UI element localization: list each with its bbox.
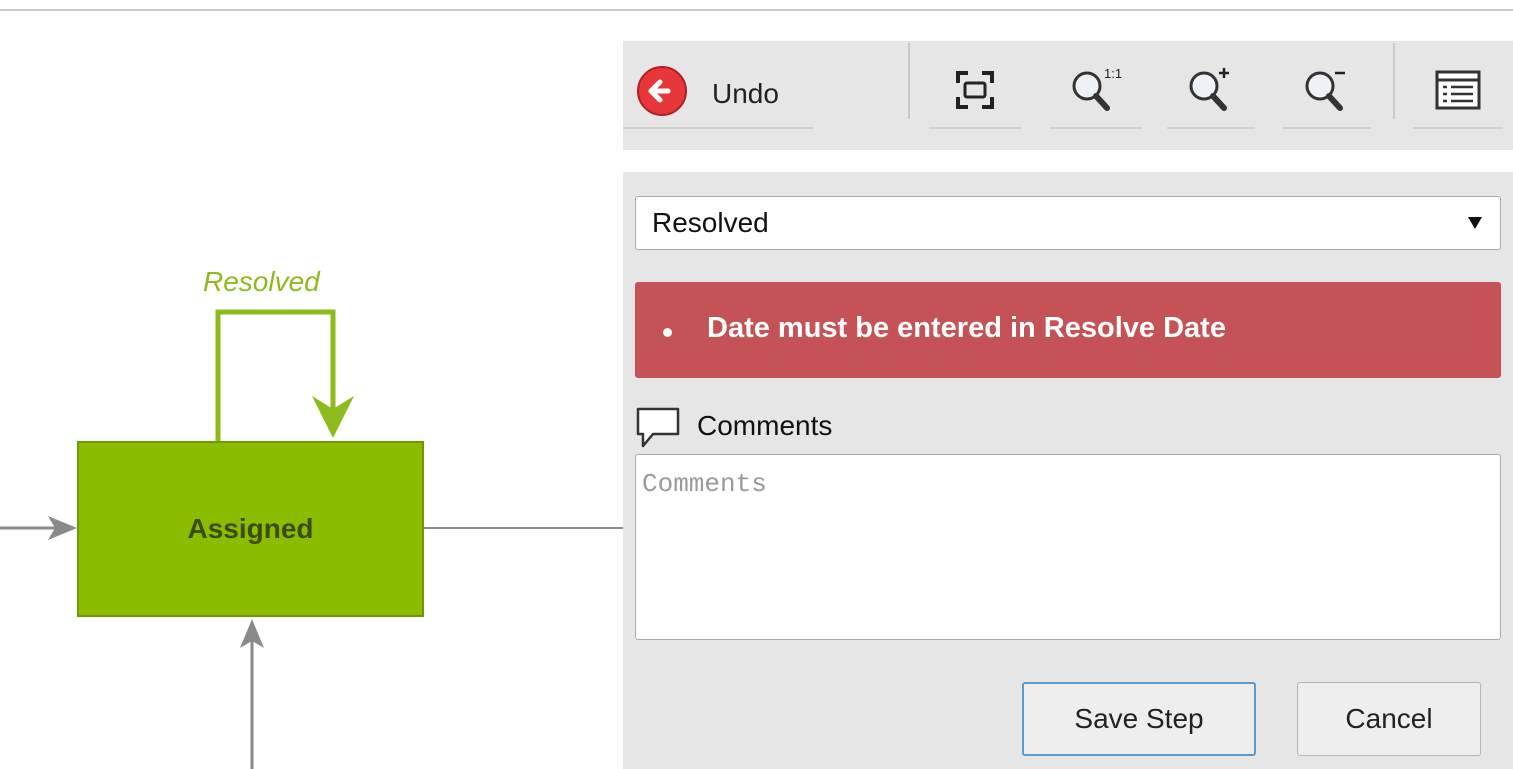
error-message-box: Date must be entered in Resolve Date [635,282,1501,378]
status-select[interactable]: Resolved [635,196,1501,250]
undo-button[interactable]: Undo [623,53,813,129]
fit-to-screen-icon [956,71,994,109]
workflow-canvas: Resolved Assigned [0,0,640,769]
toolbar: Undo 1:1 [623,41,1513,150]
zoom-out-icon [1305,71,1345,111]
cancel-button[interactable]: Cancel [1297,682,1481,756]
comments-label: Comments [697,410,833,441]
status-select-value: Resolved [652,207,769,238]
toolbar-separator [908,43,910,119]
svg-text:1:1: 1:1 [1104,66,1122,81]
fit-to-screen-button[interactable] [929,53,1021,129]
error-message: Date must be entered in Resolve Date [707,312,1226,344]
undo-label: Undo [712,78,779,109]
resolved-loop-connector [215,309,336,441]
comment-bubble-icon [636,407,680,448]
list-view-icon [1435,70,1481,110]
comments-textarea[interactable] [635,454,1501,640]
zoom-in-button[interactable] [1167,53,1255,129]
zoom-in-icon [1189,68,1229,111]
zoom-actual-size-button[interactable]: 1:1 [1050,53,1142,129]
save-step-button[interactable]: Save Step [1022,682,1256,756]
step-panel: Resolved Date must be entered in Resolve… [623,172,1513,769]
state-assigned[interactable]: Assigned [77,441,424,617]
toolbar-separator [1393,43,1395,119]
zoom-actual-size-icon: 1:1 [1072,66,1122,111]
error-bullet [663,328,672,337]
list-view-button[interactable] [1413,53,1503,129]
zoom-out-button[interactable] [1283,53,1371,129]
state-assigned-label: Assigned [187,513,314,544]
connector-lines [0,309,640,769]
transition-label-resolved[interactable]: Resolved [203,266,320,298]
undo-icon [637,66,687,116]
chevron-down-icon [1468,217,1482,229]
